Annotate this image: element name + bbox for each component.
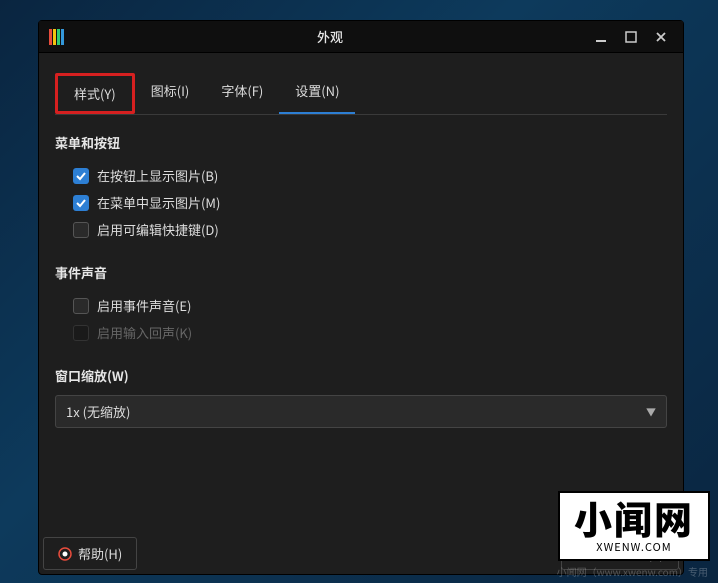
app-icon [47,27,67,47]
tab-bar: 样式(Y) 图标(I) 字体(F) 设置(N) [55,73,667,115]
option-label: 启用输入回声(K) [97,323,192,342]
checkbox-icon [73,298,89,314]
option-label: 在菜单中显示图片(M) [97,193,220,212]
maximize-button[interactable] [617,25,645,49]
option-enable-input-feedback: 启用输入回声(K) [55,319,667,346]
help-button[interactable]: 帮助(H) [43,537,137,570]
option-show-images-menus[interactable]: 在菜单中显示图片(M) [55,189,667,216]
section-menus-buttons: 菜单和按钮 在按钮上显示图片(B) 在菜单中显示图片(M) 启用可编辑快捷键(D… [55,133,667,243]
option-label: 启用事件声音(E) [97,296,191,315]
dropdown-value: 1x (无缩放) [66,402,130,421]
tab-settings[interactable]: 设置(N) [279,73,355,114]
option-show-images-buttons[interactable]: 在按钮上显示图片(B) [55,162,667,189]
section-window-scaling: 窗口缩放(W) 1x (无缩放) ▼ [55,366,667,428]
section-title: 菜单和按钮 [55,133,667,152]
option-label: 启用可编辑快捷键(D) [97,220,219,239]
checkbox-icon [73,195,89,211]
tab-icons[interactable]: 图标(I) [135,73,206,114]
section-event-sounds: 事件声音 启用事件声音(E) 启用输入回声(K) [55,263,667,346]
content-area: 样式(Y) 图标(I) 字体(F) 设置(N) 菜单和按钮 在按钮上显示图片(B… [39,53,683,537]
chevron-down-icon: ▼ [646,404,656,419]
option-enable-event-sounds[interactable]: 启用事件声音(E) [55,292,667,319]
watermark: 小闻网 XWENW.COM [558,491,710,561]
tab-fonts[interactable]: 字体(F) [205,73,279,114]
window-title: 外观 [73,27,587,46]
option-editable-accels[interactable]: 启用可编辑快捷键(D) [55,216,667,243]
background-footer-text: 小闻网（www.xwenw.com）专用 [547,560,718,583]
checkbox-icon [73,222,89,238]
window-controls [587,25,675,49]
scaling-dropdown[interactable]: 1x (无缩放) ▼ [55,395,667,428]
section-title: 事件声音 [55,263,667,282]
close-button[interactable] [647,25,675,49]
section-title: 窗口缩放(W) [55,366,667,385]
option-label: 在按钮上显示图片(B) [97,166,218,185]
checkbox-icon [73,168,89,184]
minimize-button[interactable] [587,25,615,49]
titlebar: 外观 [39,21,683,53]
checkbox-icon [73,325,89,341]
help-icon [58,547,72,561]
help-label: 帮助(H) [78,544,122,563]
watermark-text: 小闻网 [574,499,694,537]
tab-style[interactable]: 样式(Y) [55,73,135,114]
